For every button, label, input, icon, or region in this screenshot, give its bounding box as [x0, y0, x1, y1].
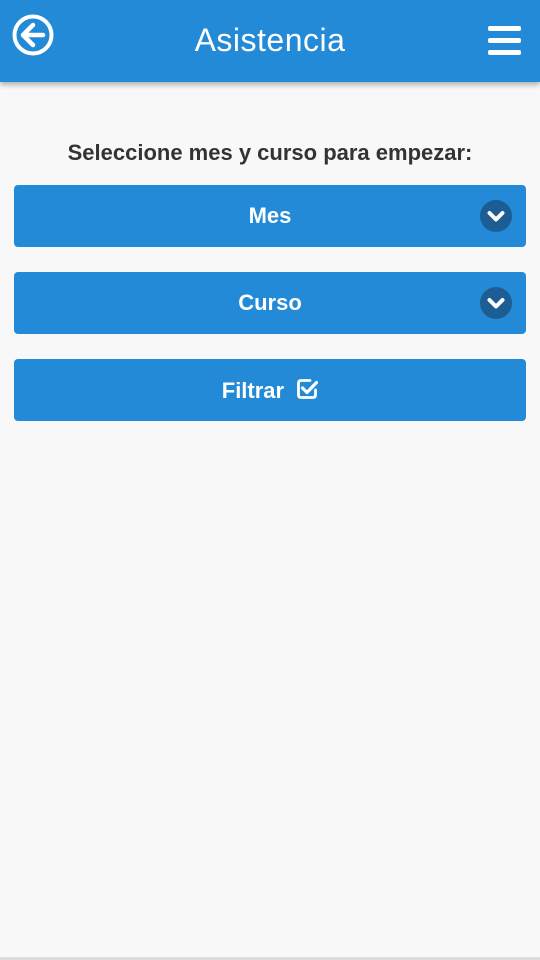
page-title: Asistencia [194, 22, 346, 58]
arrow-circle-left-icon [12, 14, 54, 56]
month-select-label: Mes [248, 203, 292, 228]
chevron-down-icon [480, 287, 512, 319]
hamburger-menu-icon [488, 26, 521, 31]
back-button[interactable] [10, 13, 56, 57]
check-square-icon [297, 379, 319, 400]
filter-button[interactable]: Filtrar [14, 359, 526, 421]
instruction-text: Seleccione mes y curso para empezar: [67, 140, 473, 165]
menu-button[interactable] [486, 24, 524, 58]
month-select[interactable]: Mes [14, 185, 526, 247]
course-select-label: Curso [238, 290, 302, 315]
filter-button-label: Filtrar [221, 378, 285, 404]
app-header: Asistencia [0, 0, 540, 82]
chevron-down-icon [480, 200, 512, 232]
course-select[interactable]: Curso [14, 272, 526, 334]
